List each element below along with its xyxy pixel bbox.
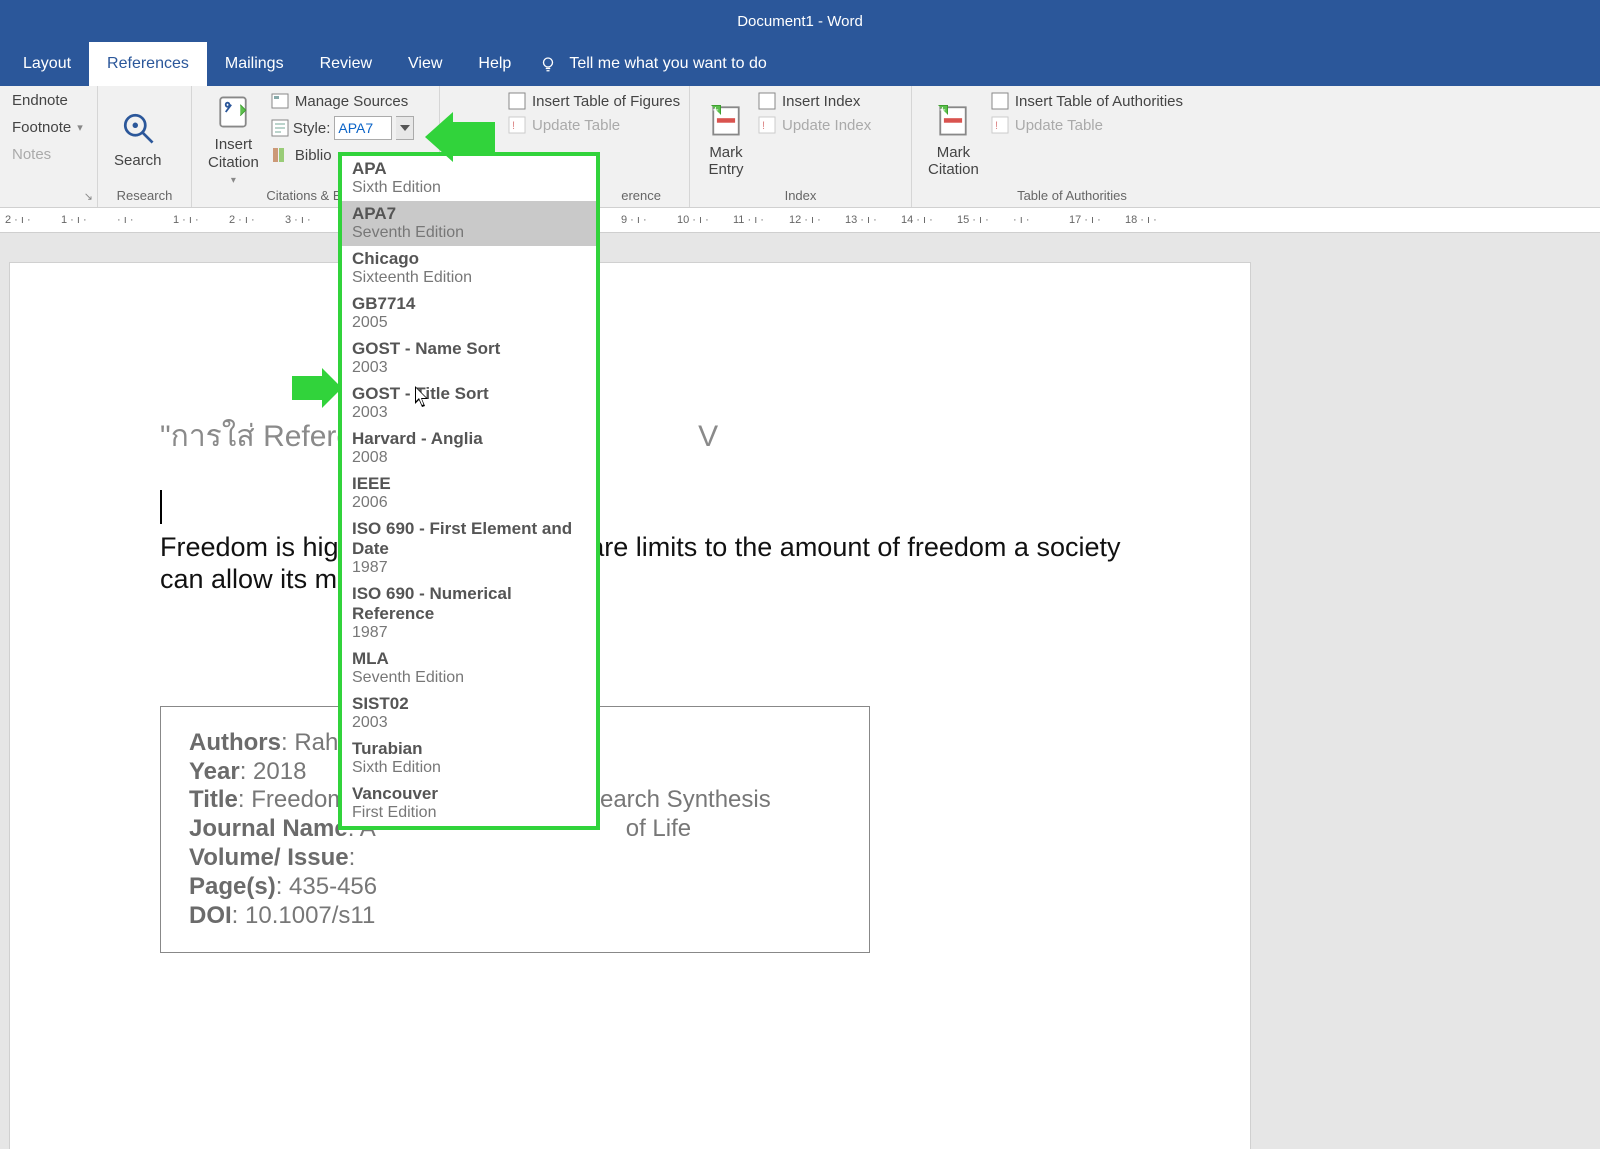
citation-style-input[interactable]	[334, 116, 392, 140]
ruler-tick: 1 · ı ·	[173, 214, 229, 226]
chevron-down-icon	[400, 125, 410, 131]
update-toa-button[interactable]: ! Update Table	[991, 116, 1183, 134]
citation-style-dropdown-button[interactable]	[396, 116, 414, 140]
lightbulb-icon	[539, 55, 557, 73]
svg-text:!: !	[995, 120, 998, 132]
manage-sources-icon	[271, 92, 289, 110]
insert-table-figures-button[interactable]: Insert Table of Figures	[508, 92, 680, 110]
style-option-gost-name-sort[interactable]: GOST - Name Sort2003	[342, 336, 596, 381]
ruler-tick: 11 · ı ·	[733, 214, 789, 226]
tab-review[interactable]: Review	[302, 42, 390, 86]
body-paragraph[interactable]: Freedom is highly valued, but there are …	[160, 532, 1130, 596]
ruler-tick: 12 · ı ·	[789, 214, 845, 226]
mark-entry-button[interactable]: + Mark Entry	[698, 90, 754, 188]
search-icon	[118, 108, 158, 148]
manage-sources-button[interactable]: Manage Sources	[271, 92, 415, 110]
group-research: Search Research	[98, 86, 192, 207]
update-index-button[interactable]: ! Update Index	[758, 116, 871, 134]
style-option-ieee[interactable]: IEEE2006	[342, 471, 596, 516]
tab-layout[interactable]: Layout	[5, 42, 89, 86]
group-index: + Mark Entry Insert Index ! Update Index…	[690, 86, 912, 207]
style-option-iso-690-numerical-reference[interactable]: ISO 690 - Numerical Reference1987	[342, 581, 596, 646]
mark-citation-icon: +	[933, 100, 973, 140]
insert-endnote-button[interactable]: Endnote	[12, 92, 83, 109]
annotation-arrow-icon	[292, 368, 342, 408]
style-icon	[271, 119, 289, 137]
bibliography-icon	[271, 146, 289, 164]
style-option-apa[interactable]: APASixth Edition	[342, 156, 596, 201]
ruler-tick: · ı ·	[1013, 214, 1069, 226]
update-icon: !	[508, 116, 526, 134]
ruler-tick: 13 · ı ·	[845, 214, 901, 226]
show-notes-button[interactable]: Notes	[12, 146, 83, 163]
page-heading: "การใส่ Reference V	[160, 413, 1130, 460]
svg-text:+: +	[712, 104, 718, 116]
citation-style-row: Style:	[271, 116, 415, 140]
ribbon: Endnote Footnote▾ Notes ↘ Search Researc…	[0, 86, 1600, 208]
ruler-tick: 14 · ı ·	[901, 214, 957, 226]
svg-text:!: !	[512, 120, 515, 132]
tab-references[interactable]: References	[89, 42, 207, 86]
style-option-chicago[interactable]: ChicagoSixteenth Edition	[342, 246, 596, 291]
ruler-tick: 17 · ı ·	[1069, 214, 1125, 226]
mark-entry-icon: +	[706, 100, 746, 140]
text-cursor	[160, 490, 1130, 524]
ruler-tick: 2 · ı ·	[229, 214, 285, 226]
ruler-tick: 9 · ı ·	[621, 214, 677, 226]
insert-toa-icon	[991, 92, 1009, 110]
ruler-tick: 1 · ı ·	[61, 214, 117, 226]
citation-style-dropdown[interactable]: APASixth EditionAPA7Seventh EditionChica…	[338, 152, 600, 830]
ruler-tick: · ı ·	[117, 214, 173, 226]
style-option-turabian[interactable]: TurabianSixth Edition	[342, 736, 596, 781]
style-option-harvard-anglia[interactable]: Harvard - Anglia2008	[342, 426, 596, 471]
style-option-mla[interactable]: MLASeventh Edition	[342, 646, 596, 691]
insert-index-button[interactable]: Insert Index	[758, 92, 871, 110]
style-option-apa7[interactable]: APA7Seventh Edition	[342, 201, 596, 246]
tell-me-search[interactable]: Tell me what you want to do	[539, 42, 766, 86]
dialog-launcher-icon[interactable]: ↘	[84, 190, 93, 203]
update-icon: !	[758, 116, 776, 134]
ruler-tick: 10 · ı ·	[677, 214, 733, 226]
page: "การใส่ Reference V Freedom is highly va…	[10, 263, 1250, 1149]
insert-footnote-button[interactable]: Footnote▾	[12, 119, 83, 136]
group-toa: + Mark Citation Insert Table of Authorit…	[912, 86, 1232, 207]
svg-text:+: +	[940, 104, 946, 116]
insert-index-icon	[758, 92, 776, 110]
style-option-gb7714[interactable]: GB77142005	[342, 291, 596, 336]
ruler-tick: 3 · ı ·	[285, 214, 341, 226]
horizontal-ruler[interactable]: 2 · ı · 1 · ı · · ı · 1 · ı · 2 · ı · 3 …	[0, 208, 1600, 233]
update-icon: !	[991, 116, 1009, 134]
insert-toa-button[interactable]: Insert Table of Authorities	[991, 92, 1183, 110]
search-button[interactable]: Search	[106, 90, 170, 188]
tab-help[interactable]: Help	[460, 42, 529, 86]
group-footnotes: Endnote Footnote▾ Notes ↘	[0, 86, 98, 207]
tab-view[interactable]: View	[390, 42, 460, 86]
ruler-tick: 18 · ı ·	[1125, 214, 1181, 226]
insert-citation-button[interactable]: Insert Citation ▾	[200, 90, 267, 188]
document-area[interactable]: "การใส่ Reference V Freedom is highly va…	[0, 233, 1600, 1149]
title-bar: Document1 - Word	[0, 0, 1600, 42]
update-table-figures-button[interactable]: ! Update Table	[508, 116, 680, 134]
ruler-tick: 2 · ı ·	[5, 214, 61, 226]
chevron-down-icon: ▾	[231, 175, 236, 186]
annotation-arrow-icon	[425, 112, 495, 162]
style-option-sist02[interactable]: SIST022003	[342, 691, 596, 736]
insert-citation-icon	[213, 92, 253, 132]
ribbon-tabs: Layout References Mailings Review View H…	[0, 42, 1600, 86]
table-figures-icon	[508, 92, 526, 110]
window-title: Document1 - Word	[737, 13, 863, 30]
tab-mailings[interactable]: Mailings	[207, 42, 302, 86]
mouse-cursor-icon	[415, 386, 431, 413]
mark-citation-button[interactable]: + Mark Citation	[920, 90, 987, 188]
style-option-vancouver[interactable]: VancouverFirst Edition	[342, 781, 596, 826]
style-option-iso-690-first-element-and-date[interactable]: ISO 690 - First Element and Date1987	[342, 516, 596, 581]
svg-text:!: !	[762, 120, 765, 132]
ruler-tick: 15 · ı ·	[957, 214, 1013, 226]
style-option-gost-title-sort[interactable]: GOST - Title Sort2003	[342, 381, 596, 426]
